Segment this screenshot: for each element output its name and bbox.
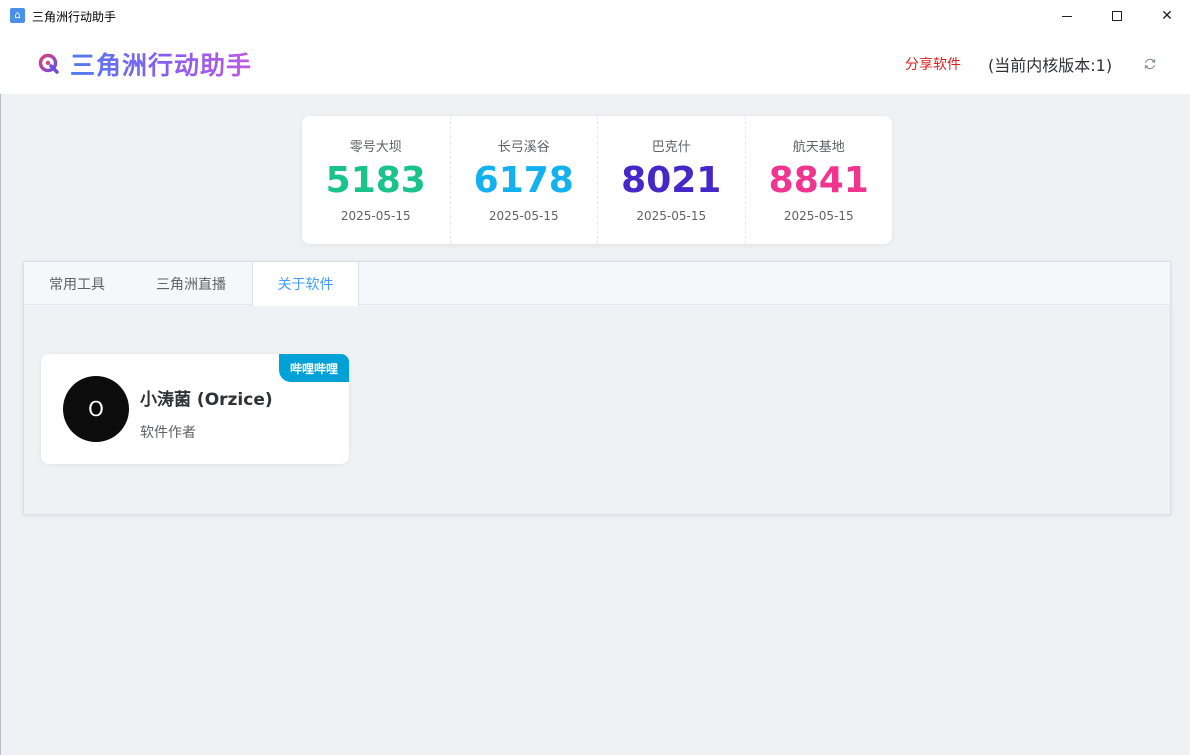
close-button[interactable]: ✕ <box>1144 0 1190 32</box>
minimize-icon <box>1062 15 1072 17</box>
stat-label: 航天基地 <box>792 140 845 155</box>
map-password-stats-card: 零号大坝 5183 2025-05-15 长弓溪谷 6178 2025-05-1… <box>302 116 892 244</box>
tabs-panel: 常用工具 三角洲直播 关于软件 O 小涛菌 (Orzice) 软件作者 哔哩哔哩 <box>23 261 1171 515</box>
stat-label: 零号大坝 <box>349 140 402 155</box>
stat-label: 巴克什 <box>651 140 691 155</box>
bilibili-badge[interactable]: 哔哩哔哩 <box>279 354 349 382</box>
stat-date: 2025-05-15 <box>636 209 707 223</box>
kernel-version-label: (当前内核版本:1) <box>988 56 1113 75</box>
tab-common-tools[interactable]: 常用工具 <box>24 262 130 305</box>
author-role: 软件作者 <box>140 425 196 441</box>
maximize-icon <box>1112 11 1122 21</box>
stat-value: 6178 <box>473 160 574 201</box>
stat-value: 8841 <box>768 160 869 201</box>
avatar: O <box>63 376 129 442</box>
stat-value: 5183 <box>325 160 426 201</box>
tab-about-software[interactable]: 关于软件 <box>252 262 359 306</box>
author-card[interactable]: O 小涛菌 (Orzice) 软件作者 哔哩哔哩 <box>41 354 349 464</box>
stat-item: 长弓溪谷 6178 2025-05-15 <box>449 116 598 244</box>
stat-item: 巴克什 8021 2025-05-15 <box>597 116 745 244</box>
close-icon: ✕ <box>1161 8 1173 24</box>
stat-value: 8021 <box>621 160 722 201</box>
stat-date: 2025-05-15 <box>340 209 411 223</box>
stat-date: 2025-05-15 <box>488 209 559 223</box>
tab-bar: 常用工具 三角洲直播 关于软件 <box>24 262 1170 306</box>
app-icon: ⌂ <box>10 8 25 23</box>
share-software-link[interactable]: 分享软件 <box>905 54 961 74</box>
app-header: 三角洲行动助手 分享软件 (当前内核版本:1) <box>0 32 1190 94</box>
window-title: 三角洲行动助手 <box>32 10 117 24</box>
stat-date: 2025-05-15 <box>783 209 854 223</box>
maximize-button[interactable] <box>1094 0 1140 32</box>
app-brand-title: 三角洲行动助手 <box>70 46 252 82</box>
stat-item: 航天基地 8841 2025-05-15 <box>744 116 893 244</box>
minimize-button[interactable] <box>1044 0 1090 32</box>
logo-icon <box>38 53 59 74</box>
stat-item: 零号大坝 5183 2025-05-15 <box>302 116 450 244</box>
tab-delta-live[interactable]: 三角洲直播 <box>130 262 252 305</box>
window-left-border <box>0 94 1 755</box>
stat-label: 长弓溪谷 <box>497 140 550 155</box>
refresh-icon[interactable] <box>1143 57 1157 71</box>
author-name: 小涛菌 (Orzice) <box>140 390 273 410</box>
window-titlebar: ⌂ 三角洲行动助手 ✕ <box>0 0 1190 32</box>
